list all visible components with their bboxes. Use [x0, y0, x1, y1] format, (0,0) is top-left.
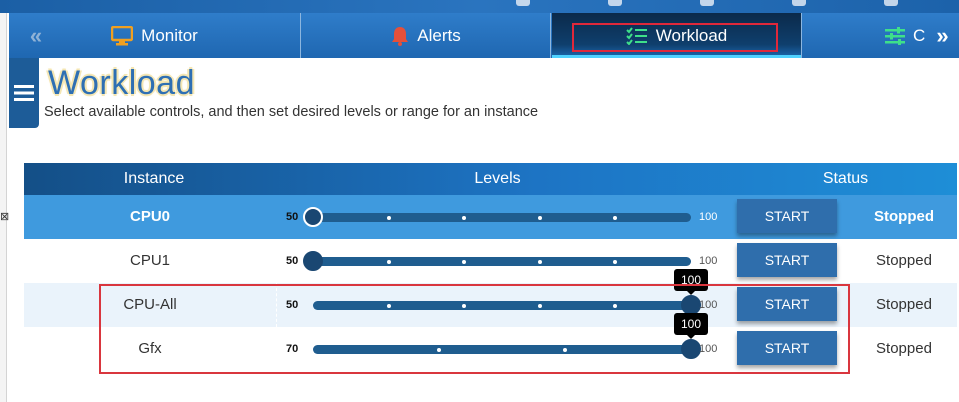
instance-name: CPU1	[129, 252, 170, 269]
top-strip	[0, 0, 959, 13]
slider-handle[interactable]	[303, 207, 323, 227]
slider-tick	[462, 215, 467, 220]
tab-label: Monitor	[141, 25, 198, 45]
highlight-box	[572, 23, 778, 52]
instance-name: Gfx	[138, 340, 162, 357]
start-button[interactable]: START	[737, 243, 837, 277]
table-header: Instance Levels Status	[24, 163, 957, 195]
level-slider[interactable]: 100	[313, 313, 708, 359]
slider-tick	[436, 347, 441, 352]
start-button[interactable]: START	[737, 331, 837, 365]
start-button[interactable]: START	[737, 199, 837, 233]
slider-tick	[537, 259, 542, 264]
tab-workload[interactable]: Workload	[552, 13, 802, 58]
level-max: 100	[699, 343, 718, 355]
slider-tick	[462, 303, 467, 308]
slider-tick	[537, 215, 542, 220]
slider-tick	[386, 303, 391, 308]
column-header-levels: Levels	[474, 170, 521, 187]
status-text: Stopped	[876, 340, 932, 357]
status-text: Stopped	[874, 208, 934, 225]
left-edge	[0, 13, 7, 402]
instance-name: CPU0	[129, 208, 170, 225]
table-row[interactable]: CPU-All 50 100 100 START Stopped	[24, 269, 957, 327]
column-header-status: Status	[822, 170, 869, 187]
table-row[interactable]: CPU0 50 100 START Stopped	[24, 195, 957, 239]
close-icon: ⊠	[0, 211, 10, 223]
level-slider[interactable]	[303, 251, 691, 271]
table-row[interactable]: CPU1 50 100 START Stopped	[24, 239, 957, 283]
status-text: Stopped	[876, 296, 932, 313]
monitor-icon	[111, 25, 134, 46]
status-text: Stopped	[876, 252, 932, 269]
tab-alerts[interactable]: Alerts	[302, 13, 551, 58]
slider-tick	[386, 215, 391, 220]
level-max: 100	[699, 211, 718, 223]
level-slider[interactable]: 100	[313, 269, 708, 315]
slider-tick	[562, 347, 567, 352]
slider-tick	[386, 259, 391, 264]
slider-tick	[462, 259, 467, 264]
slider-tick	[613, 259, 618, 264]
hamburger-icon	[14, 85, 34, 101]
slider-tick	[613, 303, 618, 308]
tab-label: C	[913, 25, 926, 45]
column-header-instance: Instance	[123, 170, 185, 187]
slider-tick	[613, 215, 618, 220]
sliders-icon	[885, 26, 905, 45]
level-min: 70	[286, 343, 299, 355]
level-min: 50	[286, 211, 299, 223]
slider-handle[interactable]	[303, 251, 323, 271]
instance-name: CPU-All	[123, 296, 177, 313]
slider-tick	[537, 303, 542, 308]
level-min: 50	[286, 255, 299, 267]
bell-icon	[391, 26, 409, 46]
level-slider[interactable]	[303, 207, 691, 227]
top-strip-icons	[512, 0, 959, 8]
hamburger-menu-button[interactable]	[9, 58, 39, 128]
level-min: 50	[286, 299, 299, 311]
start-button[interactable]: START	[737, 287, 837, 321]
page-title: Workload	[48, 64, 195, 102]
scroll-left-icon[interactable]: «	[16, 13, 56, 58]
page-subtitle: Select available controls, and then set …	[44, 104, 539, 120]
tab-label: Alerts	[417, 25, 461, 45]
tab-bar: Monitor Alerts Workload C	[9, 13, 959, 58]
table-row[interactable]: Gfx 70 100 100 START Stopped	[24, 313, 957, 371]
scroll-right-icon[interactable]: »	[926, 13, 959, 58]
